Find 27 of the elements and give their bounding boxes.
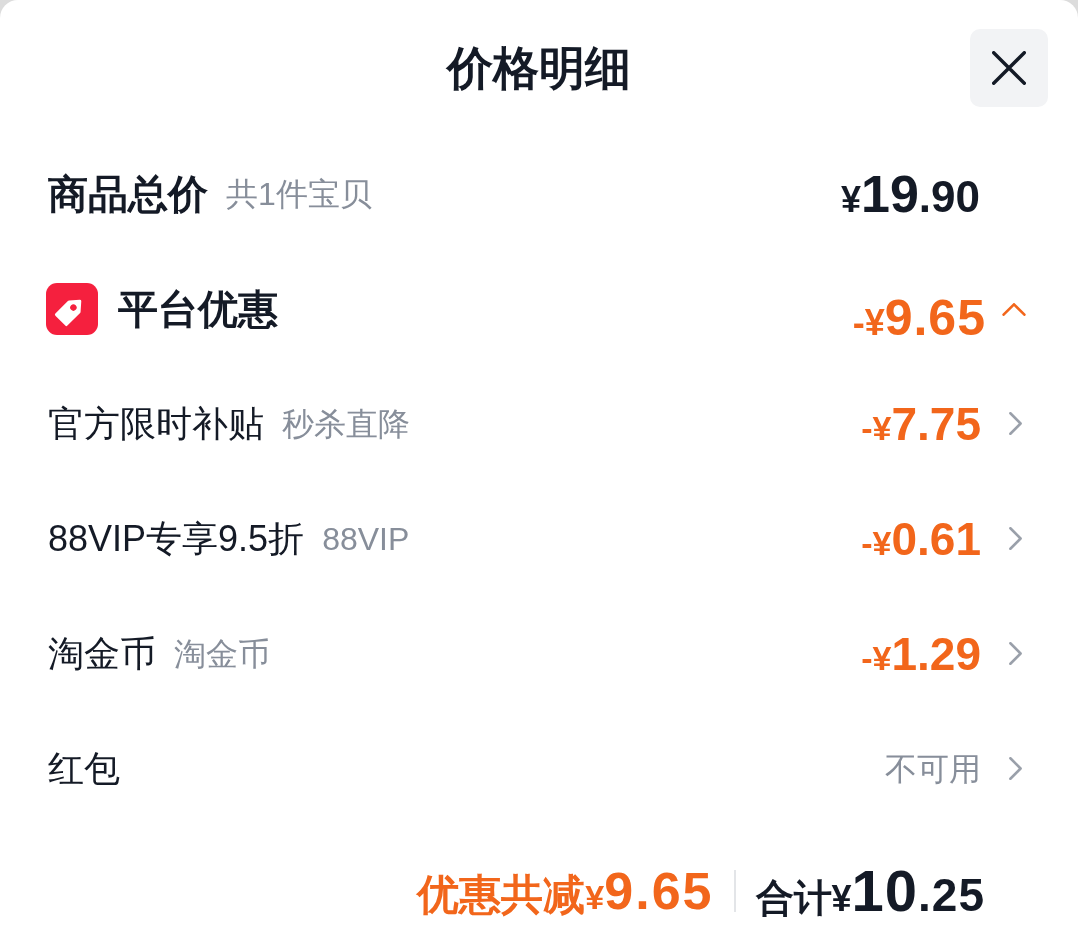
discount-note: 淘金币 [174, 637, 270, 670]
discount-label: 淘金币 [48, 635, 156, 672]
platform-discount-label: 平台优惠 [118, 288, 278, 329]
caret-up-icon[interactable] [1002, 303, 1026, 316]
close-button[interactable] [970, 29, 1048, 107]
discount-label: 官方限时补贴 [48, 405, 264, 442]
discount-amount: -¥1.29 [861, 630, 981, 677]
chevron-right-icon[interactable] [1009, 642, 1022, 665]
grand-total-text: 合计¥10.25 [755, 862, 985, 920]
discount-total-text: 优惠共减¥9.65 [417, 865, 714, 917]
chevron-right-icon[interactable] [1009, 412, 1022, 435]
item-count-note: 共1件宝贝 [226, 177, 372, 210]
chevron-right-icon[interactable] [1009, 757, 1022, 780]
tag-icon [46, 282, 98, 335]
platform-discount-amount: -¥9.65 [852, 292, 986, 343]
unavailable-status: 不可用 [885, 752, 981, 785]
discount-note: 88VIP [322, 522, 410, 555]
close-icon [992, 51, 1026, 85]
discount-amount: -¥0.61 [861, 515, 981, 562]
coupon-label: 红包 [48, 750, 120, 787]
dialog-title: 价格明细 [447, 45, 631, 91]
discount-note: 秒杀直降 [282, 407, 410, 440]
subtotal-price: ¥19.90 [840, 167, 980, 220]
discount-label: 88VIP专享9.5折 [48, 520, 305, 557]
discount-amount: -¥7.75 [861, 400, 981, 447]
chevron-right-icon[interactable] [1009, 527, 1022, 550]
subtotal-label: 商品总价 [48, 173, 208, 214]
